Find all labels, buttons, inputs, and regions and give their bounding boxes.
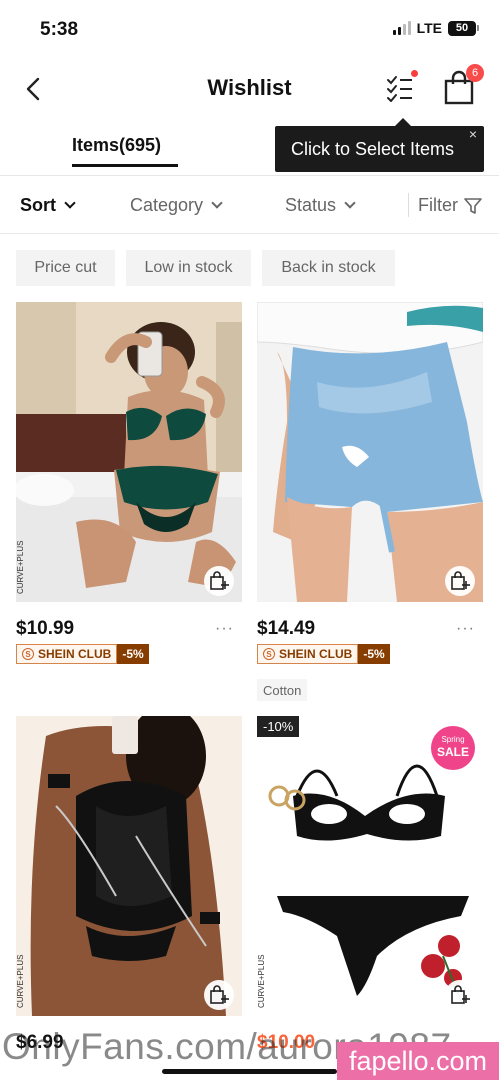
- sort-filter-bar: Sort Category Status Filter: [0, 178, 499, 234]
- status-bar: 5:38 LTE 50: [0, 0, 499, 60]
- brand-label: CURVE+PLUS: [257, 955, 266, 1008]
- club-discount: -5%: [117, 644, 149, 664]
- discount-badge: -10%: [257, 716, 300, 737]
- add-to-bag-icon: [210, 985, 229, 1004]
- brand-label: CURVE+PLUS: [16, 955, 25, 1008]
- material-tag: Cotton: [257, 679, 308, 701]
- product-card[interactable]: CURVE+PLUS $10.99 ··· S SHEIN CLUB -5%: [16, 302, 242, 664]
- add-to-cart-button[interactable]: [445, 566, 475, 596]
- chevron-down-icon: [64, 197, 76, 209]
- funnel-icon: [464, 197, 482, 214]
- home-indicator[interactable]: [162, 1069, 337, 1074]
- cart-count-badge: 6: [466, 64, 484, 82]
- fapello-watermark: fapello.com: [337, 1042, 499, 1080]
- product-photo-denim-shorts: [257, 302, 483, 602]
- club-label: SHEIN CLUB: [38, 647, 112, 661]
- spring-sale-big-text: SALE: [436, 745, 469, 759]
- chevron-down-icon: [344, 197, 356, 209]
- add-to-bag-icon: [451, 985, 470, 1004]
- add-to-cart-button[interactable]: [204, 980, 234, 1010]
- app-header: Wishlist 6: [0, 60, 499, 118]
- category-dropdown[interactable]: Category: [130, 195, 223, 216]
- page-title: Wishlist: [207, 75, 292, 100]
- tab-items[interactable]: Items(695): [72, 135, 161, 156]
- category-label: Category: [130, 195, 204, 215]
- product-photo-lace-bodysuit: [16, 716, 242, 1016]
- club-discount: -5%: [358, 644, 390, 664]
- tab-active-indicator: [72, 164, 178, 167]
- cart-button[interactable]: 6: [442, 64, 484, 106]
- product-card[interactable]: -10% Spring SALE CURVE+PLUS $10.00: [257, 716, 483, 1053]
- tooltip-close-button[interactable]: ×: [469, 126, 477, 142]
- more-options-button[interactable]: ···: [456, 620, 475, 638]
- add-to-cart-button[interactable]: [204, 566, 234, 596]
- shein-club-badge: S SHEIN CLUB -5%: [257, 644, 390, 664]
- club-logo-icon: S: [263, 648, 275, 660]
- club-label: SHEIN CLUB: [279, 647, 353, 661]
- product-image[interactable]: -10% Spring SALE CURVE+PLUS: [257, 716, 483, 1016]
- sort-label: Sort: [20, 195, 56, 215]
- select-items-tooltip: Click to Select Items ×: [275, 118, 484, 172]
- status-label: Status: [285, 195, 337, 215]
- battery-icon: 50: [448, 20, 479, 36]
- select-items-button[interactable]: [386, 70, 418, 104]
- spring-sale-badge: Spring SALE: [431, 726, 475, 770]
- filter-label: Filter: [418, 195, 458, 215]
- battery-level: 50: [448, 20, 476, 36]
- product-image[interactable]: CURVE+PLUS: [16, 716, 242, 1016]
- divider: [408, 193, 409, 217]
- product-price: $14.49: [257, 618, 316, 639]
- chevron-down-icon: [211, 197, 223, 209]
- chip-low-in-stock[interactable]: Low in stock: [126, 250, 251, 286]
- add-to-bag-icon: [451, 571, 470, 590]
- status-time: 5:38: [40, 19, 79, 40]
- product-image[interactable]: [257, 302, 483, 602]
- more-options-button[interactable]: ···: [215, 620, 234, 638]
- spring-sale-small-text: Spring: [441, 735, 465, 744]
- add-to-bag-icon: [210, 571, 229, 590]
- signal-icon: [392, 21, 411, 35]
- chip-back-in-stock[interactable]: Back in stock: [262, 250, 395, 286]
- product-price: $10.99: [16, 618, 75, 639]
- checklist-icon: [387, 76, 412, 103]
- tooltip-text: Click to Select Items: [291, 139, 455, 159]
- sort-dropdown[interactable]: Sort: [20, 195, 76, 216]
- product-card[interactable]: $14.49 ··· S SHEIN CLUB -5% Cotton: [257, 302, 483, 701]
- status-dropdown[interactable]: Status: [285, 195, 356, 216]
- notification-dot: [411, 70, 418, 77]
- brand-label: CURVE+PLUS: [16, 541, 25, 594]
- add-to-cart-button[interactable]: [445, 980, 475, 1010]
- filter-button[interactable]: Filter: [418, 195, 482, 216]
- chip-price-cut[interactable]: Price cut: [16, 250, 115, 286]
- shein-club-badge: S SHEIN CLUB -5%: [16, 644, 149, 664]
- product-card[interactable]: CURVE+PLUS $6.99: [16, 716, 242, 1053]
- product-image[interactable]: CURVE+PLUS: [16, 302, 242, 602]
- product-photo-lingerie: [16, 302, 242, 602]
- club-logo-icon: S: [22, 648, 34, 660]
- network-label: LTE: [416, 20, 442, 36]
